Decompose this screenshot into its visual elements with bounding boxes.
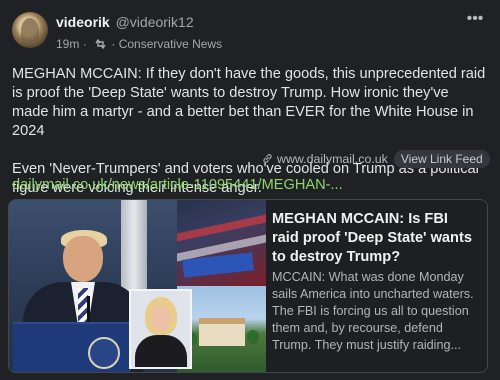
photo-crowd-flag xyxy=(177,200,266,286)
repost-icon xyxy=(95,37,106,51)
author-handle[interactable]: @videorik12 xyxy=(116,14,194,30)
card-domain[interactable]: www.dailymail.co.uk xyxy=(277,152,388,166)
post-time[interactable]: 19m xyxy=(56,37,79,51)
post-link[interactable]: dailymail.co.uk/news/article-11095441/ME… xyxy=(12,177,343,193)
post-meta: 19m · · Conservative News xyxy=(56,37,222,51)
presidential-seal-icon xyxy=(88,337,120,369)
more-dots-icon[interactable]: ••• xyxy=(464,11,486,28)
meta-separator-2: · xyxy=(111,37,116,51)
card-description: MCCAIN: What was done Monday sails Ameri… xyxy=(272,270,474,352)
card-image[interactable] xyxy=(9,200,266,372)
post-header: videorik @videorik12 xyxy=(56,14,194,30)
view-link-feed-button[interactable]: View Link Feed xyxy=(393,150,490,168)
author-name[interactable]: videorik xyxy=(56,14,110,30)
link-icon xyxy=(262,152,273,166)
avatar-figure xyxy=(21,18,39,44)
card-title[interactable]: MEGHAN MCCAIN: Is FBI raid proof 'Deep S… xyxy=(272,210,477,267)
post: videorik @videorik12 19m · · Conservativ… xyxy=(0,0,500,380)
avatar[interactable] xyxy=(12,12,48,48)
link-preview-card[interactable]: MEGHAN MCCAIN: Is FBI raid proof 'Deep S… xyxy=(8,199,488,373)
card-footer: www.dailymail.co.uk View Link Feed xyxy=(262,150,490,168)
post-paragraph-1: MEGHAN MCCAIN: If they don't have the go… xyxy=(12,66,486,139)
photo-portrait xyxy=(129,289,192,369)
meta-separator: · xyxy=(82,37,87,51)
source-name[interactable]: Conservative News xyxy=(119,37,222,51)
